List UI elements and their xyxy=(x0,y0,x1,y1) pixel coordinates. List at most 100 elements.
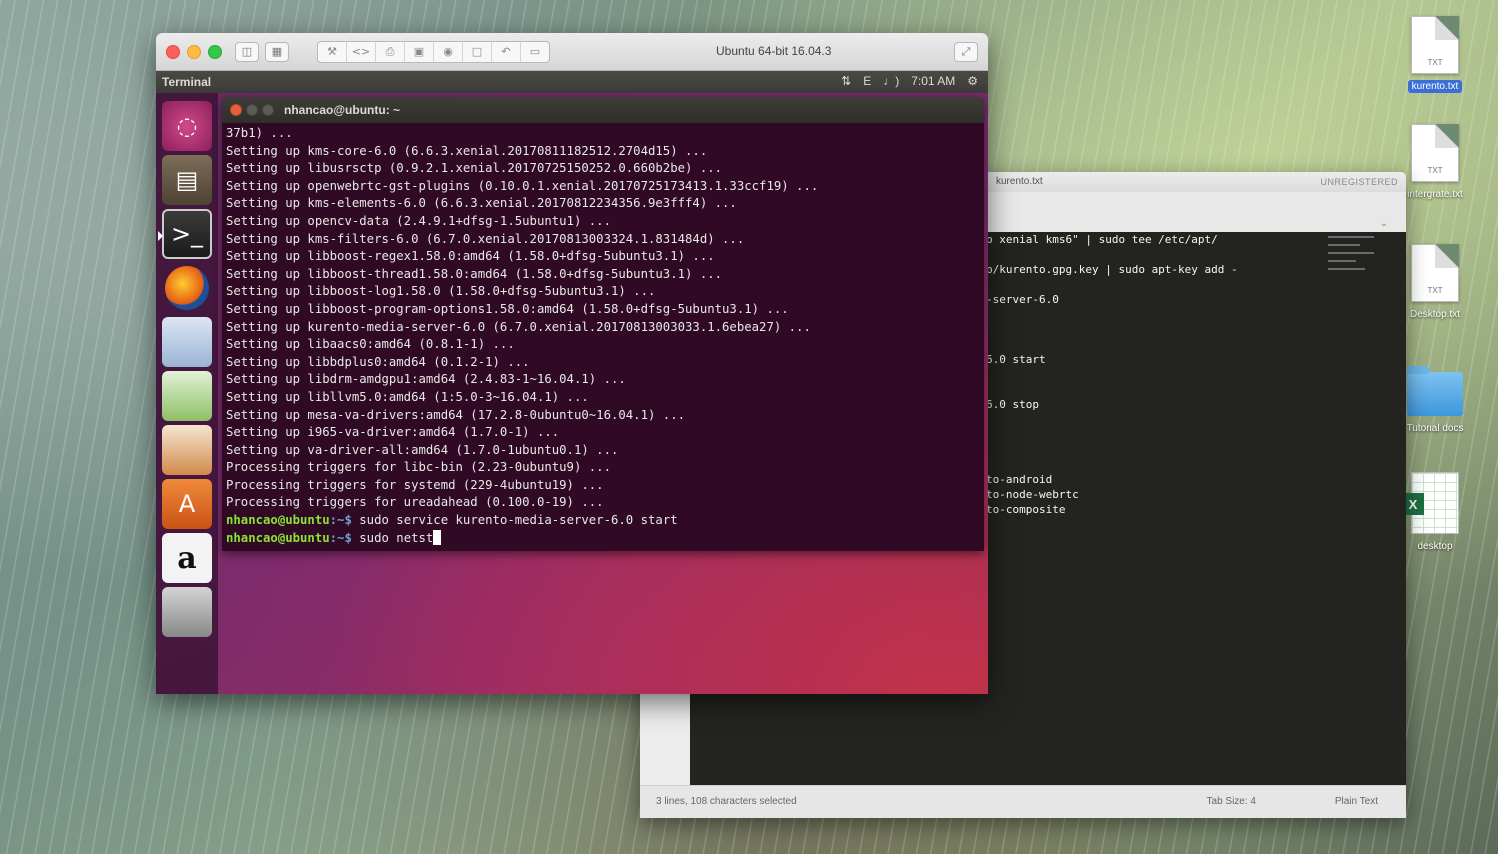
sort-icon[interactable]: ⇅ xyxy=(841,74,851,88)
tab-size-selector[interactable]: Tab Size: 4 xyxy=(1207,796,1256,807)
desktop-icon-label: intergrate.txt xyxy=(1407,189,1463,200)
vm-title: Ubuntu 64-bit 16.04.3 xyxy=(716,44,832,58)
terminal-icon[interactable]: >_ xyxy=(158,209,212,259)
libreoffice-impress-icon[interactable] xyxy=(162,425,212,475)
terminal-line: Processing triggers for systemd (229-4ub… xyxy=(226,477,604,492)
terminal-line: Setting up libbdplus0:amd64 (0.1.2-1) ..… xyxy=(226,354,530,369)
amazon-icon[interactable]: a xyxy=(162,533,212,583)
terminal-window[interactable]: nhancao@ubuntu: ~ 37b1) ... Setting up km… xyxy=(222,97,984,551)
ubuntu-software-icon[interactable]: A xyxy=(162,479,212,529)
code-line: to-node-webrtc xyxy=(986,488,1079,501)
terminal-line: Setting up opencv-data (2.4.9.1+dfsg-1.5… xyxy=(226,213,611,228)
active-app-name: Terminal xyxy=(162,75,212,89)
gear-icon[interactable]: ⚙ xyxy=(967,74,978,88)
prompt-path: :~$ xyxy=(329,513,352,528)
desktop-icon-spreadsheet[interactable]: X desktop xyxy=(1400,472,1470,553)
files-icon[interactable]: ▤ xyxy=(162,155,212,205)
display-icon[interactable]: □ xyxy=(463,41,492,62)
chevron-icon[interactable]: <> xyxy=(347,41,376,62)
terminal-line: Processing triggers for ureadahead (0.10… xyxy=(226,495,604,510)
sublime-file-title: kurento.txt xyxy=(996,176,1043,187)
terminal-titlebar[interactable]: nhancao@ubuntu: ~ xyxy=(222,97,984,123)
text-file-icon: TXT xyxy=(1411,124,1459,182)
code-line: 6.0 start xyxy=(986,353,1046,366)
syntax-selector[interactable]: Plain Text xyxy=(1335,796,1378,807)
minimap-line xyxy=(1328,244,1361,246)
terminal-line: Setting up libboost-regex1.58.0:amd64 (1… xyxy=(226,249,715,264)
code-line: p xenial kms6" | sudo tee /etc/apt/ xyxy=(986,233,1218,246)
terminal-line: Processing triggers for libc-bin (2.23-0… xyxy=(226,460,611,475)
minimap-line xyxy=(1328,260,1356,262)
terminal-close-button[interactable] xyxy=(230,104,242,116)
terminal-maximize-button[interactable] xyxy=(262,104,274,116)
terminal-prompt-line: nhancao@ubuntu:~$ sudo netst xyxy=(226,529,980,548)
terminal-line: Setting up i965-va-driver:amd64 (1.7.0-1… xyxy=(226,425,560,440)
minimize-window-button[interactable] xyxy=(187,44,201,59)
terminal-line: Setting up kms-elements-6.0 (6.6.3.xenia… xyxy=(226,196,737,211)
terminal-title: nhancao@ubuntu: ~ xyxy=(284,103,401,117)
vm-toolbar-group[interactable]: ⚒ <> ⎙ ▣ ◉ □ ↶ ▭ xyxy=(317,40,550,63)
firefox-icon[interactable] xyxy=(165,266,209,310)
vm-window[interactable]: ◫ ▦ ⚒ <> ⎙ ▣ ◉ □ ↶ ▭ Ubuntu 64-bit 16.04… xyxy=(156,33,988,694)
spreadsheet-icon: X xyxy=(1402,472,1459,534)
sublime-status-bar: 3 lines, 108 characters selected Tab Siz… xyxy=(640,785,1406,818)
clock[interactable]: 7:01 AM xyxy=(911,74,955,88)
close-window-button[interactable] xyxy=(166,44,180,59)
desktop-icon-intergrate[interactable]: TXT intergrate.txt xyxy=(1400,124,1470,201)
sidebar-toggle-icon[interactable]: ◫ xyxy=(235,41,259,62)
terminal-line: Setting up libboost-log1.58.0 (1.58.0+df… xyxy=(226,284,656,299)
code-line: to-composite xyxy=(986,503,1066,516)
maximize-window-button[interactable] xyxy=(208,44,222,59)
dash-home-icon[interactable]: ◌ xyxy=(162,101,212,151)
code-line: to-android xyxy=(986,473,1053,486)
wrench-icon[interactable]: ⚒ xyxy=(318,41,347,62)
minimap[interactable] xyxy=(1328,236,1374,276)
keyboard-icon[interactable]: E xyxy=(863,74,871,88)
terminal-line: Setting up va-driver-all:amd64 (1.7.0-1u… xyxy=(226,442,619,457)
camera-icon[interactable]: ◉ xyxy=(434,41,463,62)
terminal-line: Setting up openwebrtc-gst-plugins (0.10.… xyxy=(226,178,819,193)
terminal-prompt-line: nhancao@ubuntu:~$ sudo service kurento-m… xyxy=(226,512,980,530)
desktop-icon-desktop-txt[interactable]: TXT Desktop.txt xyxy=(1400,244,1470,321)
text-file-icon: TXT xyxy=(1411,244,1459,302)
desktop-icon-label: Desktop.txt xyxy=(1409,309,1461,320)
folder-icon[interactable]: ▭ xyxy=(521,42,549,62)
prompt-path: :~$ xyxy=(329,530,352,545)
terminal-line: Setting up libllvm5.0:amd64 (1:5.0-3~16.… xyxy=(226,389,589,404)
sublime-code: p xenial kms6" | sudo tee /etc/apt/ p/ku… xyxy=(986,232,1238,517)
prompt-user: nhancao@ubuntu xyxy=(226,513,330,528)
desktop-icon-tutorial-folder[interactable]: Tutorial docs xyxy=(1400,366,1470,435)
terminal-line: Setting up libaacs0:amd64 (0.8.1-1) ... xyxy=(226,337,515,352)
snapshot-icon[interactable]: ▦ xyxy=(265,41,289,62)
terminal-minimize-button[interactable] xyxy=(246,104,258,116)
minimap-line xyxy=(1328,252,1374,254)
libreoffice-writer-icon[interactable] xyxy=(162,317,212,367)
terminal-line: Setting up kms-filters-6.0 (6.7.0.xenial… xyxy=(226,231,745,246)
folder-icon xyxy=(1407,366,1463,416)
volume-icon[interactable]: ♩) xyxy=(883,74,899,88)
text-file-icon: TXT xyxy=(1411,16,1459,74)
code-line: p/kurento.gpg.key | sudo apt-key add - xyxy=(986,263,1238,276)
terminal-output[interactable]: 37b1) ... Setting up kms-core-6.0 (6.6.3.… xyxy=(222,123,984,547)
desktop-icon-label: desktop xyxy=(1417,541,1453,552)
back-icon[interactable]: ↶ xyxy=(492,41,521,62)
desktop-icon-kurento[interactable]: TXT kurento.txt xyxy=(1400,16,1470,93)
system-settings-icon[interactable] xyxy=(162,587,212,637)
chevron-down-icon[interactable]: ⌄ xyxy=(1380,218,1388,229)
minimap-line xyxy=(1328,236,1374,238)
desktop-icon-label: Tutorial docs xyxy=(1406,423,1464,434)
vm-titlebar[interactable]: ◫ ▦ ⚒ <> ⎙ ▣ ◉ □ ↶ ▭ Ubuntu 64-bit 16.04… xyxy=(156,33,988,71)
printer-icon[interactable]: ⎙ xyxy=(376,41,405,62)
fullscreen-icon[interactable]: ⤢ xyxy=(954,42,978,62)
desktop-icon-label: kurento.txt xyxy=(1407,80,1463,93)
libreoffice-calc-icon[interactable] xyxy=(162,371,212,421)
lock-icon[interactable]: ▣ xyxy=(405,41,434,62)
